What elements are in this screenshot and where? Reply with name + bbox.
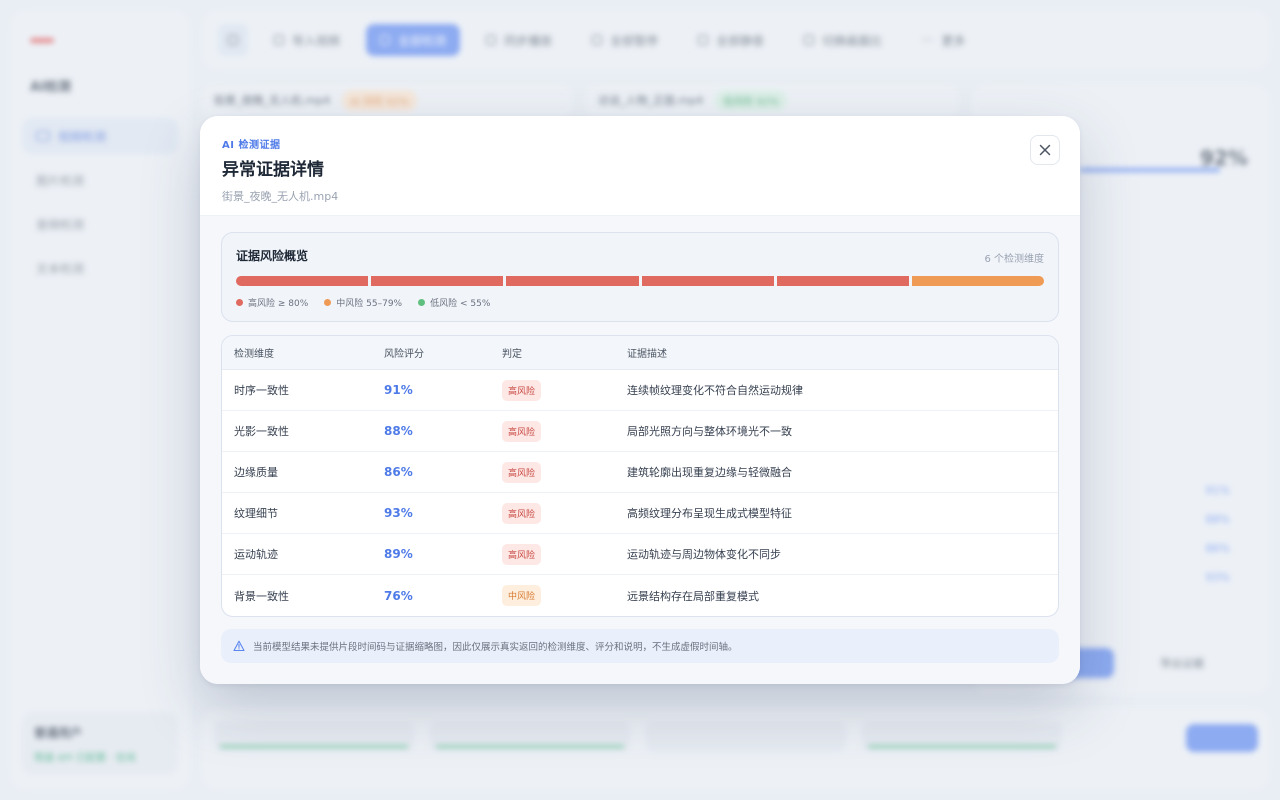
legend-dot bbox=[418, 299, 426, 306]
table-header: 检测维度 风险评分 判定 证据描述 bbox=[222, 336, 1058, 370]
risk-segment-high bbox=[641, 276, 774, 286]
column-header-verdict: 判定 bbox=[502, 349, 522, 360]
verdict-cell: 高风险 bbox=[502, 461, 627, 483]
legend-label: 中风险 55–79% bbox=[336, 299, 403, 309]
close-icon bbox=[1039, 144, 1051, 156]
verdict-badge: 高风险 bbox=[502, 543, 542, 565]
risk-score: 86% bbox=[384, 465, 413, 479]
modal-body: 证据风险概览 6 个检测维度 高风险 ≥ 80% 中风险 55–79% 低风险 … bbox=[200, 216, 1080, 684]
description-cell: 连续帧纹理变化不符合自然运动规律 bbox=[627, 384, 803, 397]
description-cell: 局部光照方向与整体环境光不一致 bbox=[627, 425, 792, 438]
column-header-description: 证据描述 bbox=[627, 349, 667, 360]
score-cell: 89% bbox=[384, 547, 502, 561]
dimension-cell: 纹理细节 bbox=[234, 507, 278, 520]
description-cell: 高频纹理分布呈现生成式模型特征 bbox=[627, 507, 792, 520]
dimension-cell: 背景一致性 bbox=[234, 589, 289, 603]
risk-segment-high bbox=[371, 276, 504, 286]
verdict-badge: 高风险 bbox=[502, 461, 542, 483]
modal-eyebrow: AI 检测证据 bbox=[222, 140, 281, 151]
legend-label: 低风险 < 55% bbox=[430, 299, 491, 309]
legend-dot bbox=[236, 299, 243, 306]
dimension-count: 6 个检测维度 bbox=[984, 254, 1044, 265]
description-cell: 运动轨迹与周边物体变化不同步 bbox=[627, 548, 781, 561]
dimension-cell: 光影一致性 bbox=[234, 425, 289, 438]
overview-title: 证据风险概览 bbox=[236, 249, 309, 263]
risk-score: 89% bbox=[384, 547, 413, 561]
verdict-badge: 高风险 bbox=[502, 420, 542, 442]
risk-score: 93% bbox=[384, 506, 413, 520]
risk-segment-high bbox=[506, 276, 639, 286]
verdict-cell: 高风险 bbox=[502, 543, 627, 565]
score-cell: 76% bbox=[384, 589, 502, 603]
risk-score: 88% bbox=[384, 424, 413, 438]
description-cell: 建筑轮廓出现重复边缘与轻微融合 bbox=[627, 466, 792, 479]
column-header-score: 风险评分 bbox=[384, 349, 424, 360]
risk-segment-high bbox=[236, 276, 369, 286]
notice-text: 当前模型结果未提供片段时间码与证据缩略图，因此仅展示真实返回的检测维度、评分和说… bbox=[253, 642, 738, 653]
close-button[interactable] bbox=[1030, 135, 1060, 165]
evidence-table: 检测维度 风险评分 判定 证据描述 时序一致性 91% 高风险 连续帧纹理变化不符合自… bbox=[221, 335, 1059, 617]
score-cell: 93% bbox=[384, 506, 502, 520]
dimension-cell: 运动轨迹 bbox=[234, 548, 278, 561]
risk-segment-high bbox=[776, 276, 909, 286]
verdict-cell: 高风险 bbox=[502, 379, 627, 401]
score-cell: 88% bbox=[384, 424, 502, 438]
verdict-badge: 中风险 bbox=[502, 585, 542, 606]
table-row: 背景一致性 76% 中风险 远景结构存在局部重复模式 bbox=[222, 575, 1058, 616]
verdict-cell: 高风险 bbox=[502, 502, 627, 524]
dimension-cell: 时序一致性 bbox=[234, 384, 289, 397]
risk-overview-card: 证据风险概览 6 个检测维度 高风险 ≥ 80% 中风险 55–79% 低风险 … bbox=[221, 232, 1059, 322]
description-cell: 远景结构存在局部重复模式 bbox=[627, 589, 759, 603]
modal-header: AI 检测证据 异常证据详情 街景_夜晚_无人机.mp4 bbox=[200, 116, 1080, 216]
column-header-dimension: 检测维度 bbox=[234, 349, 274, 360]
risk-segment-mid bbox=[911, 276, 1045, 286]
legend-item-high: 高风险 ≥ 80% bbox=[236, 296, 308, 309]
table-row: 纹理细节 93% 高风险 高频纹理分布呈现生成式模型特征 bbox=[222, 493, 1058, 534]
verdict-cell: 中风险 bbox=[502, 585, 627, 606]
table-row: 时序一致性 91% 高风险 连续帧纹理变化不符合自然运动规律 bbox=[222, 370, 1058, 411]
risk-score: 91% bbox=[384, 383, 413, 397]
modal-title: 异常证据详情 bbox=[222, 160, 324, 180]
table-row: 运动轨迹 89% 高风险 运动轨迹与周边物体变化不同步 bbox=[222, 534, 1058, 575]
verdict-badge: 高风险 bbox=[502, 379, 542, 401]
risk-segment-bar bbox=[236, 276, 1045, 286]
legend-item-low: 低风险 < 55% bbox=[418, 296, 490, 309]
evidence-detail-modal: AI 检测证据 异常证据详情 街景_夜晚_无人机.mp4 证据风险概览 6 个检… bbox=[200, 116, 1080, 684]
table-row: 边缘质量 86% 高风险 建筑轮廓出现重复边缘与轻微融合 bbox=[222, 452, 1058, 493]
verdict-badge: 高风险 bbox=[502, 502, 542, 524]
dimension-cell: 边缘质量 bbox=[234, 466, 278, 479]
score-cell: 91% bbox=[384, 383, 502, 397]
table-row: 光影一致性 88% 高风险 局部光照方向与整体环境光不一致 bbox=[222, 411, 1058, 452]
verdict-cell: 高风险 bbox=[502, 420, 627, 442]
table-body: 时序一致性 91% 高风险 连续帧纹理变化不符合自然运动规律 光影一致性 88% 高风险 局部… bbox=[222, 370, 1058, 616]
modal-file-name: 街景_夜晚_无人机.mp4 bbox=[222, 190, 339, 203]
warning-triangle-icon bbox=[233, 640, 245, 652]
score-cell: 86% bbox=[384, 465, 502, 479]
data-notice: 当前模型结果未提供片段时间码与证据缩略图，因此仅展示真实返回的检测维度、评分和说… bbox=[221, 629, 1059, 663]
legend-item-mid: 中风险 55–79% bbox=[324, 296, 402, 309]
risk-score: 76% bbox=[384, 588, 413, 603]
legend-label: 高风险 ≥ 80% bbox=[248, 299, 309, 309]
legend-dot bbox=[324, 299, 332, 306]
risk-legend: 高风险 ≥ 80% 中风险 55–79% 低风险 < 55% bbox=[236, 296, 1044, 309]
